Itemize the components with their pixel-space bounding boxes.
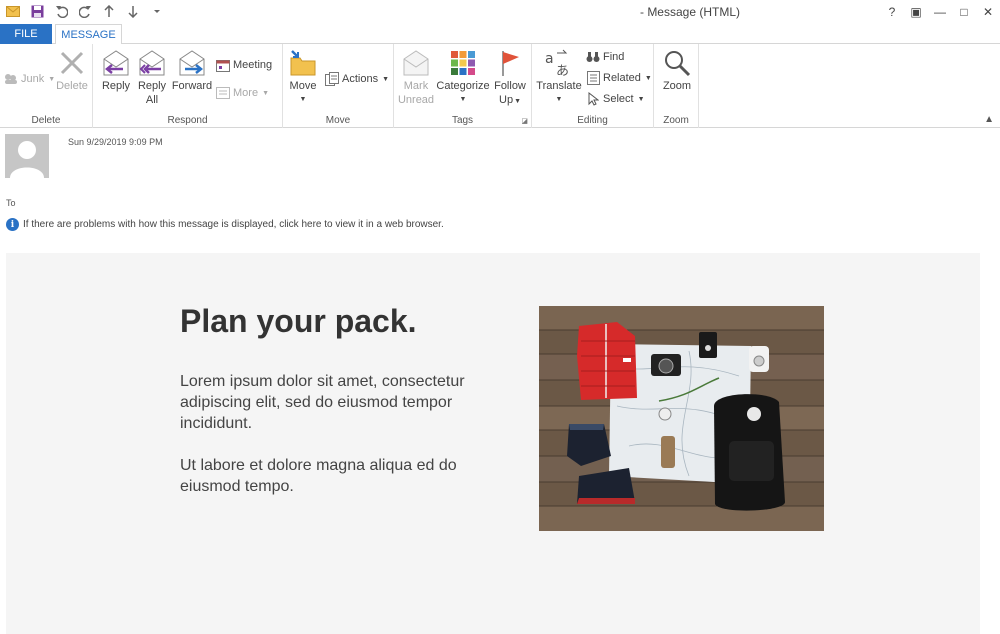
window-title: - Message (HTML) (639, 5, 740, 19)
find-button[interactable]: Find (586, 48, 624, 66)
tab-message[interactable]: MESSAGE (55, 24, 122, 45)
meeting-calendar-icon (216, 58, 230, 72)
editing-group: aあ Translate ▼ Find Related ▼ Select ▼ Edi… (532, 44, 654, 128)
actions-button[interactable]: Actions ▼ (325, 70, 389, 88)
move-button[interactable]: Move ▼ (287, 48, 319, 107)
hiking-gear-photo (539, 306, 824, 531)
svg-text:a: a (545, 51, 554, 67)
help-button[interactable]: ? (880, 0, 904, 24)
reply-button[interactable]: Reply (99, 48, 133, 93)
translate-icon: aあ (544, 48, 574, 78)
person-icon (10, 141, 44, 178)
tags-dialog-launcher-icon[interactable]: ◪ (521, 117, 528, 125)
message-date: Sun 9/29/2019 9:09 PM (68, 137, 163, 147)
mark-unread-button[interactable]: Mark Unread (398, 48, 434, 107)
zoom-group-label: Zoom (663, 115, 689, 126)
svg-text:あ: あ (556, 64, 569, 77)
flag-icon (495, 48, 525, 78)
tab-file[interactable]: FILE (0, 24, 52, 44)
categorize-button[interactable]: Categorize ▼ (436, 48, 490, 107)
avatar (5, 134, 49, 178)
email-paragraph-2: Ut labore et dolore magna aliqua ed do e… (180, 457, 457, 495)
junk-button[interactable]: Junk ▼ (4, 70, 55, 88)
close-button[interactable]: ✕ (976, 0, 1000, 24)
junk-icon (4, 72, 18, 86)
title-bar: - Message (HTML) ? ▣ — □ ✕ (0, 0, 1000, 24)
meeting-button[interactable]: Meeting (216, 56, 272, 74)
categorize-icon (448, 48, 478, 78)
tags-group-label: Tags (451, 115, 474, 126)
related-button[interactable]: Related ▼ (586, 69, 652, 87)
maximize-button[interactable]: □ (952, 0, 976, 24)
delete-group: Junk ▼ Delete Delete (0, 44, 93, 128)
translate-button[interactable]: aあ Translate ▼ (536, 48, 582, 107)
move-folder-icon (288, 48, 318, 78)
tags-group: Mark Unread Categorize ▼ Follow Up▼ Tags… (394, 44, 532, 128)
binoculars-icon (586, 50, 600, 64)
related-icon (586, 71, 600, 85)
move-group: Move ▼ Actions ▼ Move (283, 44, 394, 128)
ribbon-display-options-button[interactable]: ▣ (904, 0, 928, 24)
email-body: Plan your pack. Lorem ipsum dolor sit am… (6, 253, 980, 634)
more-button[interactable]: More ▼ (216, 84, 269, 102)
collapse-ribbon-icon[interactable]: ▲ (984, 114, 994, 125)
email-paragraph-1: Lorem ipsum dolor sit amet, consectetur … (180, 373, 465, 432)
editing-group-label: Editing (577, 115, 608, 126)
ribbon: Junk ▼ Delete Delete Reply Reply All For… (0, 44, 1000, 128)
move-group-label: Move (325, 115, 351, 126)
delete-button[interactable]: Delete (54, 48, 90, 93)
minimize-button[interactable]: — (928, 0, 952, 24)
to-label: To (6, 198, 16, 208)
magnifier-icon (662, 48, 692, 78)
select-button[interactable]: Select ▼ (586, 90, 645, 108)
info-bar[interactable]: i If there are problems with how this me… (6, 218, 444, 231)
more-icon (216, 86, 230, 100)
respond-group-label: Respond (167, 115, 208, 126)
zoom-button[interactable]: Zoom (660, 48, 694, 93)
forward-icon (177, 48, 207, 78)
reply-all-icon (137, 48, 167, 78)
reply-icon (101, 48, 131, 78)
info-bar-text: If there are problems with how this mess… (23, 219, 444, 230)
actions-icon (325, 72, 339, 86)
email-headline: Plan your pack. (180, 303, 417, 339)
reply-all-button[interactable]: Reply All (135, 48, 169, 107)
cursor-icon (586, 92, 600, 106)
respond-group: Reply Reply All Forward Meeting More ▼ R… (93, 44, 283, 128)
ribbon-tabs: FILE MESSAGE (0, 24, 1000, 45)
follow-up-button[interactable]: Follow Up▼ (492, 48, 528, 109)
delete-group-label: Delete (31, 115, 61, 126)
delete-x-icon (57, 48, 87, 78)
info-icon: i (6, 218, 19, 231)
forward-button[interactable]: Forward (171, 48, 213, 93)
mark-unread-icon (401, 48, 431, 78)
zoom-group: Zoom Zoom (654, 44, 699, 128)
